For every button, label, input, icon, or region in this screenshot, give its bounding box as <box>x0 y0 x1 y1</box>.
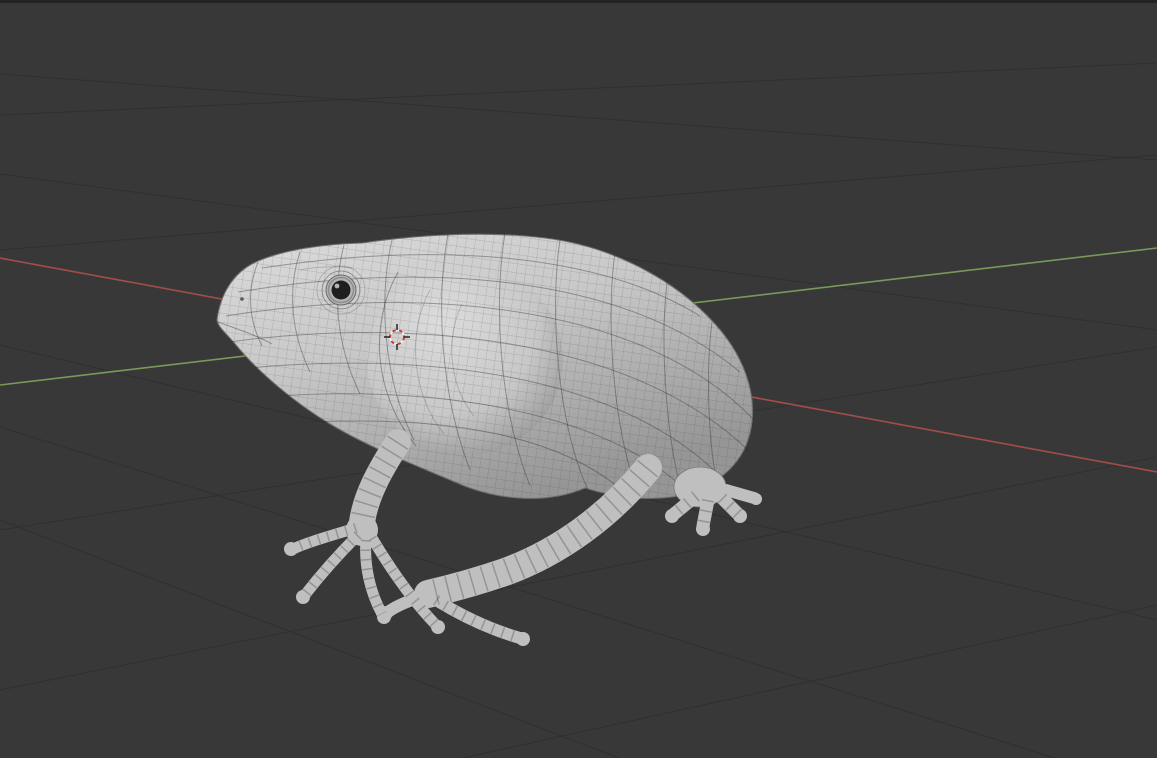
3d-viewport[interactable] <box>0 0 1157 758</box>
frog-hind-foot <box>665 466 762 536</box>
frog-eye <box>325 274 357 306</box>
frog-model[interactable] <box>216 232 762 646</box>
frog-mesh-overlay <box>217 234 753 499</box>
frog-front-arm <box>284 429 445 634</box>
frog-nostril <box>240 297 244 301</box>
window-top-edge <box>0 0 1157 3</box>
scene-canvas <box>0 62 1157 758</box>
